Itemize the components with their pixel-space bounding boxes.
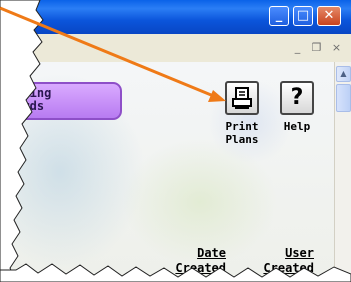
help-button[interactable]: ? [280,81,314,115]
screenshot-crop: _ □ ✕ _ ❐ × ▲ aching dards Print Plans ?… [0,0,351,282]
mdi-restore-button[interactable]: ❐ [310,41,323,54]
help-label: Help [283,120,311,133]
print-plans-label: Print Plans [225,120,259,146]
teaching-standards-label: aching dards [8,86,52,113]
column-header-user-created[interactable]: User Created [252,246,314,276]
window-title-bar[interactable]: _ □ ✕ [0,0,351,34]
mdi-minimize-button[interactable]: _ [291,41,304,54]
scroll-thumb[interactable] [336,84,351,112]
mdi-menu-strip: _ ❐ × [0,34,351,63]
mdi-close-button[interactable]: × [330,41,343,54]
scroll-up-button[interactable]: ▲ [336,66,351,82]
vertical-scrollbar[interactable]: ▲ [334,62,351,282]
question-icon: ? [290,85,304,110]
printer-icon [232,87,252,109]
print-plans-button[interactable] [225,81,259,115]
column-header-date-created[interactable]: Date Created [164,246,226,276]
window-maximize-button[interactable]: □ [293,6,313,26]
teaching-standards-button[interactable]: aching dards [0,82,122,120]
window-minimize-button[interactable]: _ [269,6,289,26]
window-close-button[interactable]: ✕ [317,6,341,26]
